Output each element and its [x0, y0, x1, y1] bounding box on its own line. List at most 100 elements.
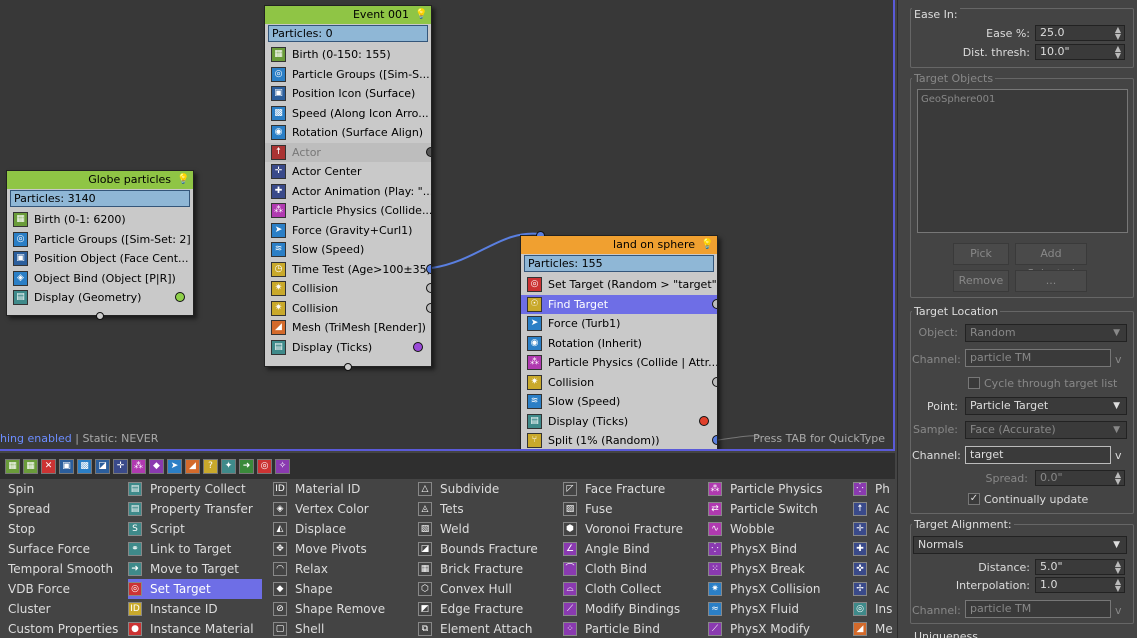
depot-item[interactable]: ◭ Displace: [273, 519, 413, 539]
depot-item[interactable]: ◪ Bounds Fracture: [418, 539, 558, 559]
depot-item[interactable]: ✢ Ac: [853, 579, 895, 599]
depot-item[interactable]: ID Instance ID: [128, 599, 262, 619]
operator-slow[interactable]: ≋ Slow (Speed): [265, 240, 431, 260]
sample-dropdown[interactable]: Face (Accurate) ▼: [965, 421, 1127, 439]
depot-item[interactable]: ◈ Vertex Color: [273, 499, 413, 519]
depot-item[interactable]: ⬢ Voronoi Fracture: [563, 519, 703, 539]
operator-mesh[interactable]: ◢ Mesh (TriMesh [Render]): [265, 318, 431, 338]
output-socket[interactable]: [96, 312, 104, 320]
dist-spinner[interactable]: 10.0" ▲ ▼: [1035, 44, 1125, 60]
distance-spinner[interactable]: 5.0" ▲ ▼: [1035, 559, 1125, 575]
spinner-arrows-icon[interactable]: ▲ ▼: [1115, 578, 1121, 593]
lightbulb-icon[interactable]: 💡: [177, 173, 189, 186]
spread-spinner[interactable]: 0.0" ▲ ▼: [1035, 470, 1125, 486]
depot-item[interactable]: ◬ Tets: [418, 499, 558, 519]
depot-item[interactable]: ⌒ Cloth Bind: [563, 559, 703, 579]
depot-item[interactable]: ◢ Me: [853, 619, 895, 638]
category-speed-icon[interactable]: ▩: [77, 458, 92, 474]
spinner-arrows-icon[interactable]: ▲ ▼: [1115, 471, 1121, 486]
alignment-dropdown[interactable]: Normals ▼: [913, 536, 1127, 554]
category-script-icon[interactable]: ✦: [221, 458, 236, 474]
operator-speed[interactable]: ▩ Speed (Along Icon Arro...: [265, 104, 431, 124]
operator-actor[interactable]: ☨ Actor: [265, 142, 431, 162]
depot-item[interactable]: Temporal Smooth: [8, 559, 118, 579]
category-actor-icon[interactable]: ✛: [113, 458, 128, 474]
operator-rotation[interactable]: ◉ Rotation (Inherit): [521, 334, 717, 354]
display-color-dot[interactable]: [175, 292, 185, 302]
depot-item[interactable]: ⁙ PhysX Break: [708, 559, 848, 579]
depot-item[interactable]: ◎ Ins: [853, 599, 895, 619]
depot-item[interactable]: ● Instance Material: [128, 619, 262, 638]
operator-particle-groups[interactable]: ◎ Particle Groups ([Sim-Set: 2] ): [7, 230, 193, 250]
channel3-field[interactable]: particle TM: [965, 600, 1111, 618]
depot-item[interactable]: Custom Properties: [8, 619, 118, 638]
operator-actor-animation[interactable]: ✚ Actor Animation (Play: "...: [265, 182, 431, 202]
output-socket[interactable]: [426, 283, 431, 293]
interp-spinner[interactable]: 1.0 ▲ ▼: [1035, 577, 1125, 593]
channel2-v-button[interactable]: v: [1115, 449, 1127, 462]
depot-item[interactable]: ⬡ Convex Hull: [418, 579, 558, 599]
spinner-arrows-icon[interactable]: ▲ ▼: [1115, 560, 1121, 575]
output-socket[interactable]: [344, 363, 352, 371]
depot-item[interactable]: Spread: [8, 499, 118, 519]
operator-object-bind[interactable]: ◈ Object Bind (Object [P|R]): [7, 269, 193, 289]
depot-item[interactable]: ∠ Angle Bind: [563, 539, 703, 559]
operator-split[interactable]: ⑂ Split (1% (Random)): [521, 431, 717, 449]
operator-collision[interactable]: ✷ Collision: [521, 373, 717, 393]
depot-item[interactable]: Cluster: [8, 599, 118, 619]
operator-time-test[interactable]: ◷ Time Test (Age>100±35): [265, 260, 431, 280]
operator-set-target[interactable]: ◎ Set Target (Random > "target"): [521, 275, 717, 295]
operator-birth[interactable]: ▦ Birth (0-150: 155): [265, 45, 431, 65]
operator-particle-physics[interactable]: ⁂ Particle Physics (Collide...: [265, 201, 431, 221]
operator-rotation[interactable]: ◉ Rotation (Surface Align): [265, 123, 431, 143]
operator-display[interactable]: ▤ Display (Ticks): [521, 412, 717, 432]
category-delete-icon[interactable]: ✕: [41, 458, 56, 474]
operator-particle-physics[interactable]: ⁂ Particle Physics (Collide | Attr...: [521, 353, 717, 373]
operator-slow[interactable]: ≋ Slow (Speed): [521, 392, 717, 412]
operator-force[interactable]: ➤ Force (Turb1): [521, 314, 717, 334]
operator-birth[interactable]: ▦ Birth (0-1: 6200): [7, 210, 193, 230]
depot-item[interactable]: ID Material ID: [273, 479, 413, 499]
depot-item[interactable]: ▨ Fuse: [563, 499, 703, 519]
output-socket[interactable]: [426, 263, 431, 274]
lightbulb-icon[interactable]: 💡: [701, 238, 713, 251]
depot-item[interactable]: △ Subdivide: [418, 479, 558, 499]
depot-item[interactable]: ⟋ Modify Bindings: [563, 599, 703, 619]
depot-item[interactable]: ⚭ Link to Target: [128, 539, 262, 559]
depot-item[interactable]: ✥ Move Pivots: [273, 539, 413, 559]
depot-item[interactable]: ▤ Property Collect: [128, 479, 262, 499]
depot-item[interactable]: ≈ PhysX Fluid: [708, 599, 848, 619]
category-rotation-icon[interactable]: ◪: [95, 458, 110, 474]
channel3-v-button[interactable]: v: [1115, 604, 1127, 617]
depot-item[interactable]: ◩ Edge Fracture: [418, 599, 558, 619]
depot-item[interactable]: ◆ Shape: [273, 579, 413, 599]
more-button[interactable]: ...: [1015, 270, 1087, 292]
pick-button[interactable]: Pick: [953, 243, 1009, 265]
node-event-001[interactable]: Event 001 💡 Particles: 0 ▦ Birth (0-150: …: [264, 5, 432, 371]
depot-item[interactable]: ✛ Ac: [853, 519, 895, 539]
category-shape-icon[interactable]: ◆: [149, 458, 164, 474]
output-socket[interactable]: [712, 298, 717, 309]
depot-item[interactable]: VDB Force: [8, 579, 118, 599]
continually-checkbox[interactable]: ✓: [968, 493, 980, 505]
operator-display[interactable]: ▤ Display (Ticks): [265, 338, 431, 358]
depot-item-selected[interactable]: ◎ Set Target: [128, 579, 262, 599]
lightbulb-icon[interactable]: 💡: [415, 8, 427, 21]
node-land-on-sphere[interactable]: land on sphere 💡 Particles: 155 ◎ Set Tar…: [520, 231, 718, 449]
operator-position-object[interactable]: ▣ Position Object (Face Cent...: [7, 249, 193, 269]
depot-item[interactable]: ◸ Face Fracture: [563, 479, 703, 499]
depot-item[interactable]: ⧉ Element Attach: [418, 619, 558, 638]
depot-item[interactable]: ⁛ Ph: [853, 479, 895, 499]
depot-item[interactable]: ◠ Relax: [273, 559, 413, 579]
node-header[interactable]: Event 001 💡: [265, 6, 431, 24]
depot-item[interactable]: ▢ Shell: [273, 619, 413, 638]
operator-position-icon[interactable]: ▣ Position Icon (Surface): [265, 84, 431, 104]
point-dropdown[interactable]: Particle Target ▼: [965, 397, 1127, 415]
operator-display[interactable]: ▤ Display (Geometry): [7, 288, 193, 308]
operator-actor-center[interactable]: ✛ Actor Center: [265, 162, 431, 182]
depot-item[interactable]: Surface Force: [8, 539, 118, 559]
channel-field[interactable]: particle TM: [965, 349, 1111, 367]
depot-item[interactable]: ▦ Brick Fracture: [418, 559, 558, 579]
depot-item[interactable]: ▤ Property Transfer: [128, 499, 262, 519]
add-selected-button[interactable]: Add Selected: [1015, 243, 1087, 280]
